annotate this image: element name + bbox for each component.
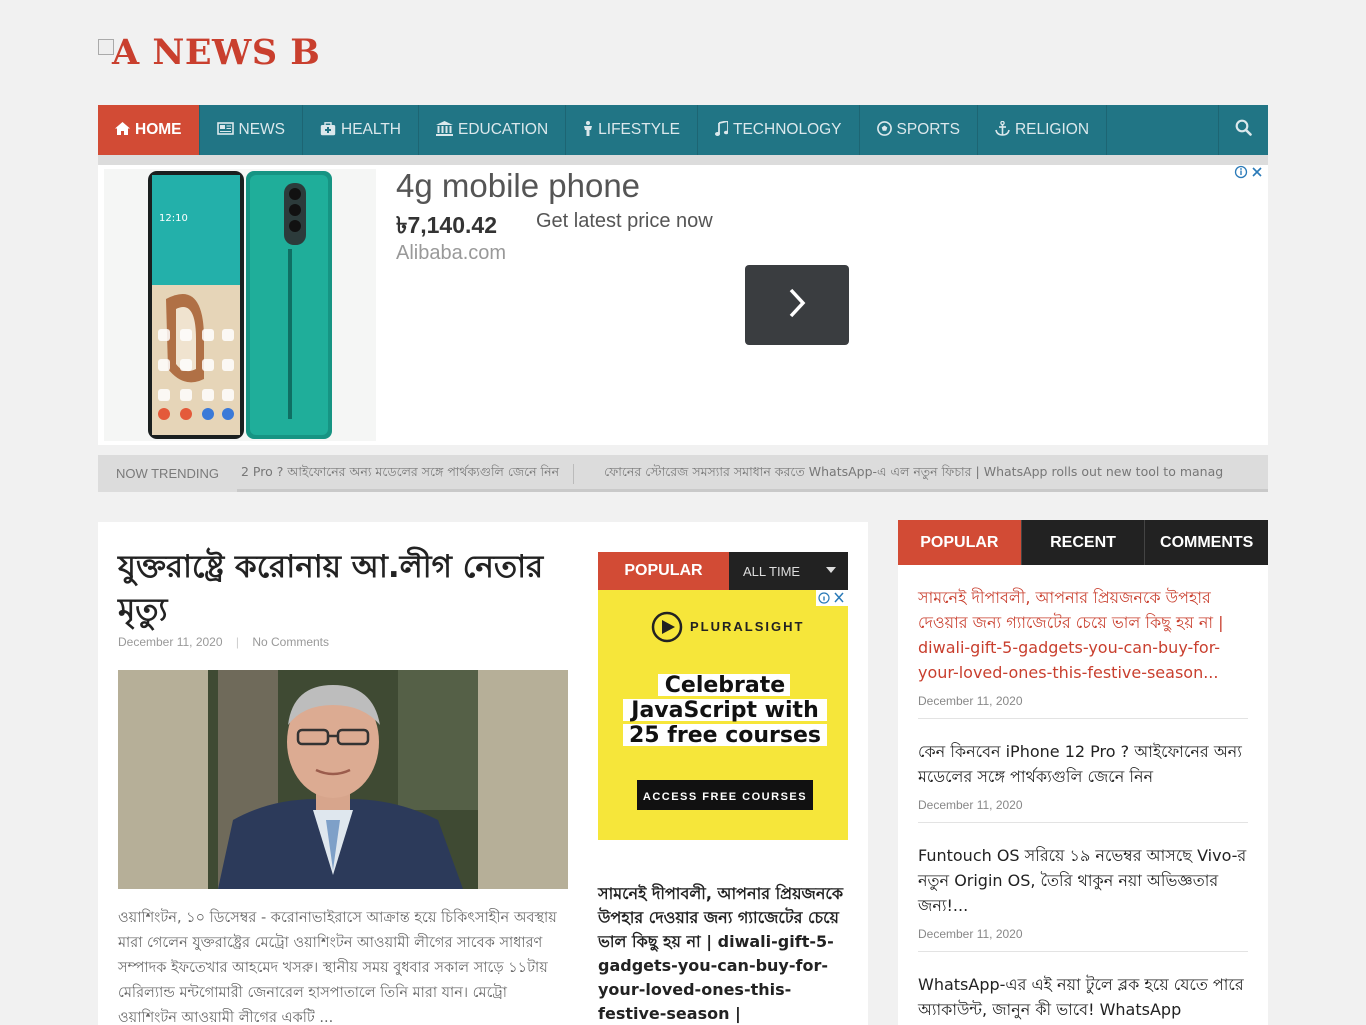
tab-popular[interactable]: POPULAR bbox=[898, 520, 1021, 565]
ad-phone-image[interactable]: 12:10 bbox=[104, 169, 376, 441]
tab-comments[interactable]: COMMENTS bbox=[1144, 520, 1269, 565]
popular-widget: POPULAR ALL TIME PLURALSIGHT Celebrate J… bbox=[598, 552, 848, 1025]
meta-separator: | bbox=[235, 635, 239, 649]
anchor-icon bbox=[995, 120, 1010, 139]
nav-item-health[interactable]: HEALTH bbox=[303, 105, 420, 155]
post-title-link[interactable]: সামনেই দীপাবলী, আপনার প্রিয়জনকে উপহার দ… bbox=[918, 585, 1248, 685]
site-logo[interactable]: A NEWS B bbox=[98, 30, 1268, 75]
article-headline[interactable]: যুক্তরাষ্ট্রে করোনায় আ.লীগ নেতার মৃত্যু bbox=[118, 546, 588, 632]
post-date: December 11, 2020 bbox=[918, 927, 1023, 941]
ad-cta-button: ACCESS FREE COURSES bbox=[643, 791, 807, 803]
logo-text: A NEWS B bbox=[112, 32, 321, 73]
article-image[interactable] bbox=[118, 670, 568, 889]
nav-item-education[interactable]: EDUCATION bbox=[419, 105, 567, 155]
main-article: যুক্তরাষ্ট্রে করোনায় আ.লীগ নেতার মৃত্যু… bbox=[98, 522, 868, 1025]
nav-bottom-bar bbox=[98, 155, 1268, 165]
ad-brand-text: PLURALSIGHT bbox=[690, 619, 804, 634]
article-excerpt: ওয়াশিংটন, ১০ ডিসেম্বর - করোনাভাইরাসে আক… bbox=[118, 910, 557, 1025]
svg-text:12:10: 12:10 bbox=[159, 213, 188, 224]
popular-widget-header: POPULAR ALL TIME bbox=[598, 552, 848, 590]
nav-label: HEALTH bbox=[341, 121, 402, 138]
ad-choices-icon[interactable] bbox=[1234, 165, 1266, 183]
list-item: Funtouch OS সরিয়ে ১৯ নভেম্বর আসছে Vivo-… bbox=[918, 823, 1248, 952]
post-date: December 11, 2020 bbox=[918, 798, 1023, 812]
nav-label: EDUCATION bbox=[458, 121, 549, 138]
trending-bottom-line bbox=[98, 489, 1268, 492]
nav-label: LIFESTYLE bbox=[598, 121, 680, 138]
search-icon bbox=[1235, 119, 1252, 141]
ad-source[interactable]: Alibaba.com bbox=[396, 242, 506, 265]
sidebar-post-list: সামনেই দীপাবলী, আপনার প্রিয়জনকে উপহার দ… bbox=[898, 565, 1268, 1025]
chevron-right-icon bbox=[787, 287, 807, 323]
sidebar-tab-bar: POPULAR RECENT COMMENTS bbox=[898, 520, 1269, 565]
institution-icon bbox=[436, 121, 454, 139]
post-date: December 11, 2020 bbox=[918, 694, 1023, 708]
article-date[interactable]: December 11, 2020 bbox=[118, 635, 223, 649]
time-range-dropdown[interactable]: ALL TIME bbox=[729, 552, 848, 590]
list-item: কেন কিনবেন iPhone 12 Pro ? আইফোনের অন্য … bbox=[918, 719, 1248, 823]
soccer-ball-icon bbox=[876, 121, 892, 139]
nav-item-religion[interactable]: RELIGION bbox=[978, 105, 1108, 155]
newspaper-icon bbox=[216, 122, 234, 138]
trending-item[interactable]: 2 Pro ? আইফোনের অন্য মডেলের সঙ্গে পার্থক… bbox=[241, 463, 575, 484]
home-icon bbox=[115, 122, 130, 138]
popular-story-title[interactable]: সামনেই দীপাবলী, আপনার প্রিয়জনকে উপহার দ… bbox=[598, 882, 846, 1025]
tab-recent[interactable]: RECENT bbox=[1020, 520, 1145, 565]
ad-banner[interactable]: 12:10 4g mobile phone ৳7,140.42 Get late… bbox=[98, 165, 1268, 445]
nav-item-news[interactable]: NEWS bbox=[200, 105, 303, 155]
nav-item-lifestyle[interactable]: LIFESTYLE bbox=[566, 105, 698, 155]
list-item: সামনেই দীপাবলী, আপনার প্রিয়জনকে উপহার দ… bbox=[918, 565, 1248, 719]
trending-label: NOW TRENDING bbox=[98, 455, 237, 492]
list-item: WhatsApp-এর এই নয়া টুলে ব্লক হয়ে যেতে … bbox=[918, 952, 1248, 1025]
nav-item-technology[interactable]: TECHNOLOGY bbox=[698, 105, 860, 155]
nav-label: HOME bbox=[135, 121, 182, 138]
ad-price: ৳7,140.42 bbox=[396, 212, 497, 238]
nav-label: RELIGION bbox=[1014, 121, 1090, 138]
main-navigation: HOME NEWS HEALTH EDUCATION LIFESTYLE TEC… bbox=[98, 105, 1268, 155]
ad-choices-icon[interactable] bbox=[816, 590, 848, 606]
trending-ticker: 2 Pro ? আইফোনের অন্য মডেলের সঙ্গে পার্থক… bbox=[241, 455, 1223, 492]
time-range-value: ALL TIME bbox=[743, 563, 801, 579]
sidebar-tabs-widget: POPULAR RECENT COMMENTS সামনেই দীপাবলী, … bbox=[898, 520, 1269, 1025]
medkit-icon bbox=[320, 121, 336, 139]
nav-label: SPORTS bbox=[896, 121, 960, 138]
person-icon bbox=[583, 121, 593, 139]
nav-item-sports[interactable]: SPORTS bbox=[860, 105, 978, 155]
article-comments-link[interactable]: No Comments bbox=[252, 635, 329, 649]
post-title-link[interactable]: কেন কিনবেন iPhone 12 Pro ? আইফোনের অন্য … bbox=[918, 739, 1248, 789]
trending-item[interactable]: ফোনের স্টোরেজ সমস্যার সমাধান করতে WhatsA… bbox=[574, 464, 1223, 484]
music-icon bbox=[715, 119, 729, 139]
ad-cta-text[interactable]: Get latest price now bbox=[536, 210, 713, 233]
article-meta: December 11, 2020 | No Comments bbox=[118, 635, 329, 649]
post-title-link[interactable]: WhatsApp-এর এই নয়া টুলে ব্লক হয়ে যেতে … bbox=[918, 972, 1248, 1022]
search-button[interactable] bbox=[1218, 105, 1268, 155]
ad-headline-3: 25 free courses bbox=[629, 723, 821, 748]
ad-headline-2: JavaScript with bbox=[629, 698, 818, 723]
popular-widget-tab[interactable]: POPULAR bbox=[598, 552, 729, 590]
ad-title[interactable]: 4g mobile phone bbox=[396, 167, 640, 205]
ad-headline-1: Celebrate bbox=[665, 673, 785, 698]
ad-next-button[interactable] bbox=[745, 265, 849, 345]
pluralsight-ad[interactable]: PLURALSIGHT Celebrate JavaScript with 25… bbox=[598, 590, 848, 840]
post-title-link[interactable]: Funtouch OS সরিয়ে ১৯ নভেম্বর আসছে Vivo-… bbox=[918, 843, 1248, 918]
nav-label: NEWS bbox=[238, 121, 286, 138]
nav-label: TECHNOLOGY bbox=[733, 121, 842, 138]
chevron-down-icon bbox=[826, 567, 836, 573]
trending-bar: NOW TRENDING 2 Pro ? আইফোনের অন্য মডেলের… bbox=[98, 455, 1268, 492]
nav-item-home[interactable]: HOME bbox=[98, 105, 200, 155]
